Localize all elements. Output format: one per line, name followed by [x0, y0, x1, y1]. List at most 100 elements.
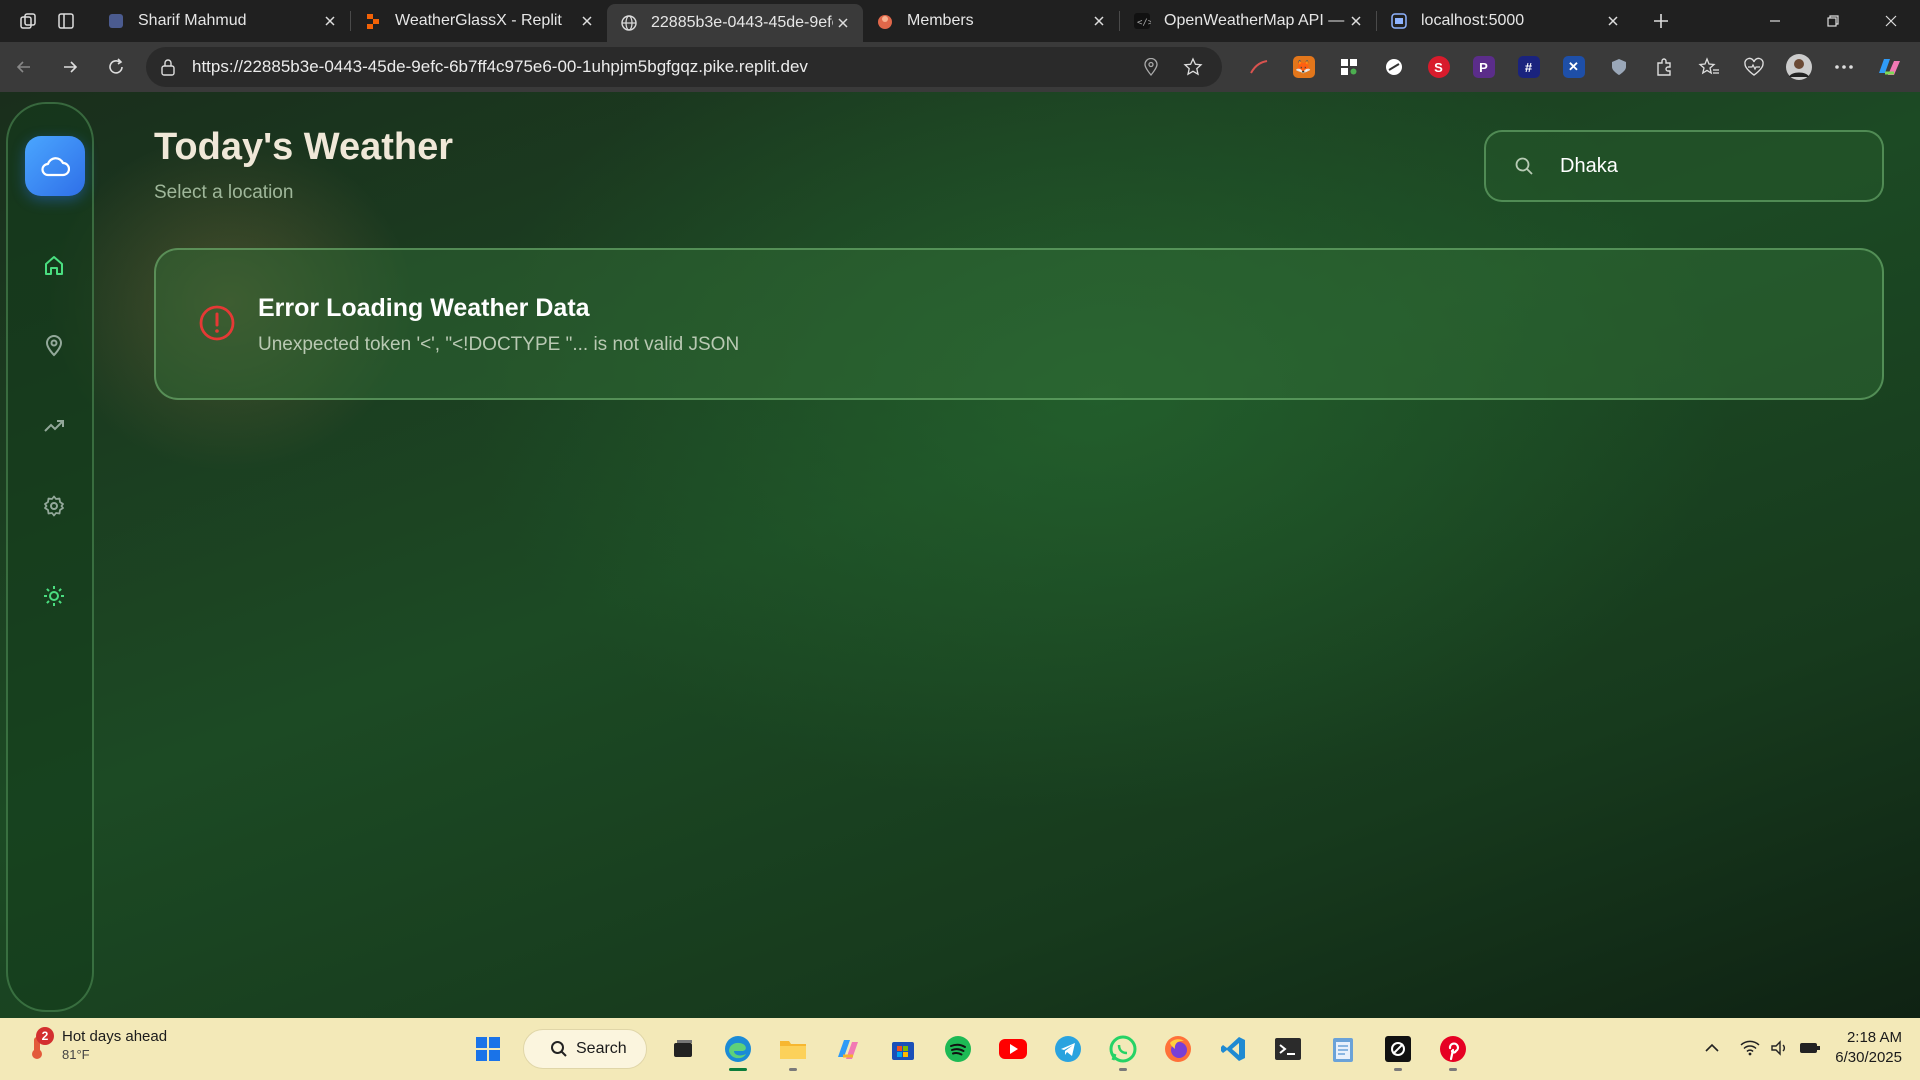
code-icon: </>: [1132, 11, 1152, 31]
task-view-icon[interactable]: [655, 1025, 710, 1073]
site-info-icon[interactable]: [160, 58, 176, 76]
extensions-row: 🦊 S P # ✕: [1236, 47, 1911, 87]
chevron-up-icon[interactable]: [1697, 1026, 1727, 1070]
cursor-app-icon[interactable]: [1370, 1025, 1425, 1073]
profile-page-icon: [106, 11, 126, 31]
start-button[interactable]: [460, 1025, 515, 1073]
firefox-icon[interactable]: [1150, 1025, 1205, 1073]
shield-extension-icon[interactable]: [1596, 47, 1641, 87]
location-search[interactable]: [1484, 130, 1884, 202]
windows-taskbar: 2 Hot days ahead 81°F Search 2:18 AM 6/3…: [0, 1018, 1920, 1080]
browser-tab[interactable]: WeatherGlassX - Replit: [351, 4, 607, 38]
taskbar-apps: Search: [460, 1025, 1480, 1073]
whatsapp-icon[interactable]: [1095, 1025, 1150, 1073]
edge-browser-icon[interactable]: [710, 1025, 765, 1073]
svg-text:</>: </>: [1137, 18, 1151, 28]
taskbar-search[interactable]: Search: [523, 1029, 647, 1069]
tab-title: 22885b3e-0443-45de-9efc: [651, 14, 833, 31]
notification-badge: 2: [36, 1027, 54, 1045]
tab-title: Sharif Mahmud: [138, 12, 247, 29]
file-explorer-icon[interactable]: [765, 1025, 820, 1073]
close-icon[interactable]: [1603, 11, 1623, 31]
s-extension-icon[interactable]: S: [1416, 47, 1461, 87]
browser-essentials-icon[interactable]: [1731, 47, 1776, 87]
browser-tab-active[interactable]: 22885b3e-0443-45de-9efc: [607, 4, 863, 42]
close-icon[interactable]: [833, 13, 853, 33]
profile-avatar[interactable]: [1776, 47, 1821, 87]
telegram-icon[interactable]: [1040, 1025, 1095, 1073]
weather-widget[interactable]: 2 Hot days ahead 81°F: [22, 1027, 168, 1064]
youtube-icon[interactable]: [985, 1025, 1040, 1073]
favorite-star-icon[interactable]: [1178, 52, 1208, 82]
error-alert-icon: [199, 305, 235, 341]
address-bar[interactable]: https://22885b3e-0443-45de-9efc-6b7ff4c9…: [146, 47, 1222, 87]
error-card: Error Loading Weather Data Unexpected to…: [154, 248, 1884, 400]
vpn-extension-icon[interactable]: [1371, 47, 1416, 87]
home-icon[interactable]: [30, 242, 78, 290]
page-icon: [1389, 11, 1409, 31]
browser-tab[interactable]: Sharif Mahmud: [94, 4, 350, 38]
close-icon[interactable]: [577, 11, 597, 31]
terminal-icon[interactable]: [1260, 1025, 1315, 1073]
search-input[interactable]: [1560, 154, 1860, 178]
copilot-icon[interactable]: [1866, 47, 1911, 87]
browser-tab[interactable]: localhost:5000: [1377, 4, 1633, 38]
blue-extension-icon[interactable]: ✕: [1551, 47, 1596, 87]
new-tab-button[interactable]: [1643, 5, 1679, 37]
globe-icon: [619, 13, 639, 33]
tab-title: OpenWeatherMap API — F: [1164, 12, 1346, 29]
restore-button[interactable]: [1804, 0, 1862, 42]
url-text[interactable]: https://22885b3e-0443-45de-9efc-6b7ff4c9…: [192, 57, 1124, 77]
notepad-icon[interactable]: [1315, 1025, 1370, 1073]
close-icon[interactable]: [1089, 11, 1109, 31]
browser-tab[interactable]: </> OpenWeatherMap API — F: [1120, 4, 1376, 38]
puzzle-extensions-icon[interactable]: [1641, 47, 1686, 87]
browser-tab-strip: Sharif Mahmud WeatherGlassX - Replit 228…: [0, 0, 1920, 42]
minimize-button[interactable]: [1746, 0, 1804, 42]
page-title: Today's Weather: [154, 126, 454, 168]
spotify-icon[interactable]: [930, 1025, 985, 1073]
volume-icon[interactable]: [1765, 1026, 1795, 1070]
clock-date: 6/30/2025: [1835, 1049, 1902, 1066]
battery-icon[interactable]: [1795, 1026, 1825, 1070]
refresh-button[interactable]: [96, 47, 136, 87]
vscode-icon[interactable]: [1205, 1025, 1260, 1073]
grid-extension-icon[interactable]: [1326, 47, 1371, 87]
sidebar: [6, 102, 94, 1012]
close-icon[interactable]: [1346, 11, 1366, 31]
weather-temp: 81°F: [62, 1047, 90, 1062]
wifi-icon[interactable]: [1735, 1026, 1765, 1070]
tab-title: localhost:5000: [1421, 12, 1525, 29]
sun-icon[interactable]: [30, 572, 78, 620]
hashtag-extension-icon[interactable]: #: [1506, 47, 1551, 87]
forward-button[interactable]: [50, 47, 90, 87]
favorites-icon[interactable]: [1686, 47, 1731, 87]
close-icon[interactable]: [320, 11, 340, 31]
close-window-button[interactable]: [1862, 0, 1920, 42]
location-pin-icon[interactable]: [30, 322, 78, 370]
cloud-logo-icon[interactable]: [25, 136, 85, 196]
acrobat-extension-icon[interactable]: [1236, 47, 1281, 87]
replit-icon: [363, 11, 383, 31]
copilot-app-icon[interactable]: [820, 1025, 875, 1073]
p-extension-icon[interactable]: P: [1461, 47, 1506, 87]
browser-tab[interactable]: Members: [863, 4, 1119, 38]
more-menu-icon[interactable]: [1821, 47, 1866, 87]
pinterest-icon[interactable]: [1425, 1025, 1480, 1073]
location-icon[interactable]: [1136, 52, 1166, 82]
error-message: Unexpected token '<', "<!DOCTYPE "... is…: [258, 334, 740, 355]
weather-headline: Hot days ahead: [62, 1028, 168, 1045]
browser-toolbar: https://22885b3e-0443-45de-9efc-6b7ff4c9…: [0, 42, 1920, 92]
search-icon: [1512, 154, 1536, 178]
vertical-tabs-icon[interactable]: [48, 5, 84, 37]
metamask-fox-icon[interactable]: 🦊: [1281, 47, 1326, 87]
members-icon: [875, 11, 895, 31]
taskbar-clock[interactable]: 2:18 AM 6/30/2025: [1835, 1028, 1902, 1068]
settings-icon[interactable]: [30, 482, 78, 530]
thermometer-icon: 2: [22, 1027, 56, 1063]
trending-icon[interactable]: [30, 402, 78, 450]
back-button[interactable]: [4, 47, 44, 87]
workspaces-icon[interactable]: [10, 5, 46, 37]
page-subtitle: Select a location: [154, 182, 294, 203]
microsoft-store-icon[interactable]: [875, 1025, 930, 1073]
